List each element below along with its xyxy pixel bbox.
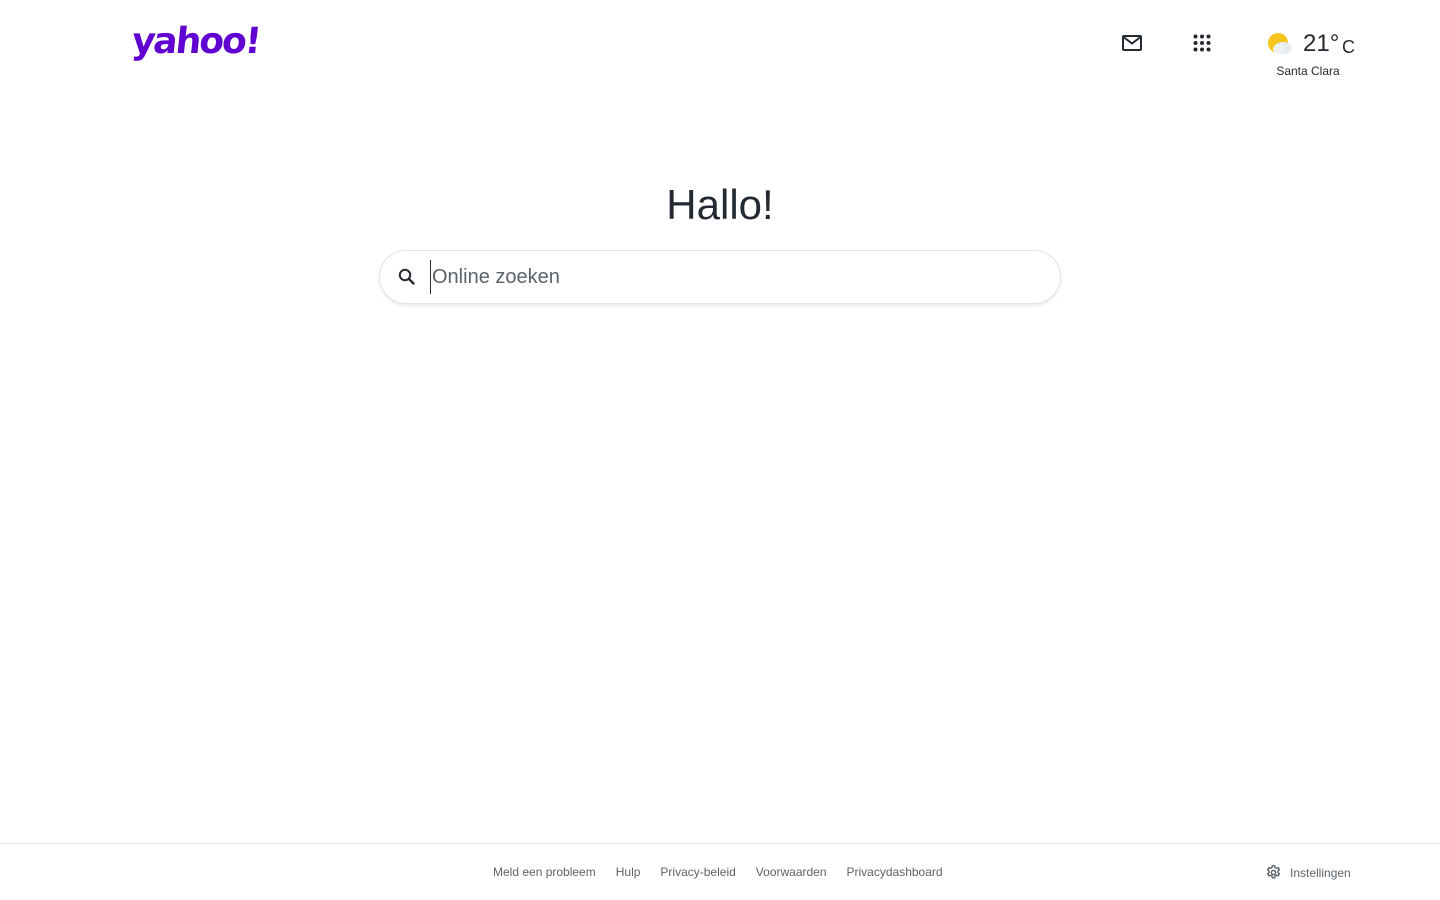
footer-link-privacy-dashboard[interactable]: Privacydashboard — [847, 865, 943, 879]
search-input[interactable] — [430, 260, 1040, 294]
partly-cloudy-icon — [1268, 33, 1292, 54]
yahoo-homepage: yahoo! 21° C Santa Clara Hallo! Online z… — [0, 0, 1440, 900]
mail-button[interactable] — [1117, 28, 1147, 58]
footer-link-terms[interactable]: Voorwaarden — [756, 865, 827, 879]
yahoo-logo[interactable]: yahoo! — [130, 21, 262, 62]
footer-link-help[interactable]: Hulp — [616, 865, 641, 879]
gear-icon — [1266, 865, 1281, 879]
weather-unit: C — [1342, 37, 1355, 57]
search-box[interactable] — [379, 250, 1061, 304]
weather-city: Santa Clara — [1276, 64, 1340, 78]
footer-link-privacy-policy[interactable]: Privacy-beleid — [660, 865, 735, 879]
settings-label: Instellingen — [1290, 865, 1351, 880]
settings-button[interactable]: Instellingen — [1265, 864, 1351, 881]
weather-widget[interactable]: 21° C Santa Clara — [1262, 28, 1362, 84]
apps-grid-icon — [1193, 34, 1211, 52]
search-icon[interactable] — [397, 267, 417, 287]
weather-temperature: 21° — [1303, 30, 1340, 57]
footer-links: Meld een probleem Hulp Privacy-beleid Vo… — [493, 865, 943, 879]
footer: Meld een probleem Hulp Privacy-beleid Vo… — [0, 843, 1440, 900]
mail-icon — [1122, 35, 1142, 51]
greeting-heading: Hallo! — [666, 181, 774, 228]
footer-link-report-problem[interactable]: Meld een probleem — [493, 865, 596, 879]
apps-button[interactable] — [1187, 28, 1217, 58]
